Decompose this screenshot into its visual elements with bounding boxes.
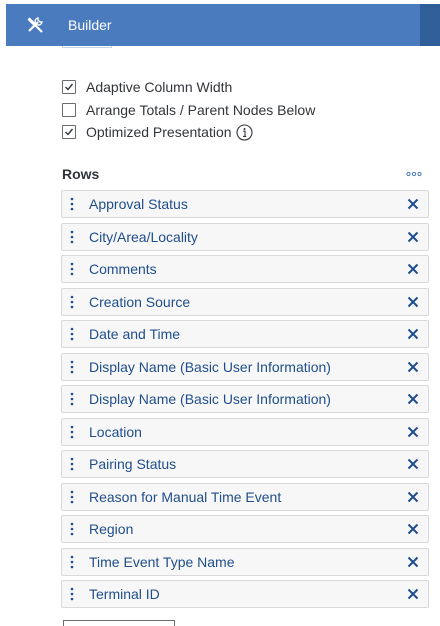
- drag-handle-icon[interactable]: [62, 450, 82, 478]
- row-label: Display Name (Basic User Information): [89, 391, 331, 407]
- row-item[interactable]: Region: [61, 515, 429, 543]
- row-item[interactable]: Creation Source: [61, 287, 429, 316]
- drag-handle-icon[interactable]: [62, 580, 82, 608]
- drag-handle-icon[interactable]: [62, 288, 82, 316]
- option-optimized-presentation[interactable]: Optimized Presentation: [62, 121, 315, 144]
- row-label: Location: [89, 423, 142, 440]
- row-item[interactable]: Approval Status: [61, 190, 429, 218]
- row-item[interactable]: Date and Time: [61, 320, 429, 348]
- row-item[interactable]: Display Name (Basic User Information): [61, 385, 429, 413]
- remove-icon[interactable]: [398, 515, 428, 543]
- drag-handle-icon[interactable]: [62, 190, 82, 218]
- option-adaptive-column-width[interactable]: Adaptive Column Width: [62, 76, 315, 99]
- row-item[interactable]: City/Area/Locality: [61, 222, 429, 251]
- drag-handle-icon[interactable]: [62, 255, 82, 283]
- remove-icon[interactable]: [398, 353, 428, 381]
- drag-handle-icon[interactable]: [62, 548, 82, 576]
- row-label: Region: [89, 521, 134, 537]
- row-item[interactable]: Reason for Manual Time Event: [61, 482, 429, 511]
- checkbox-checked[interactable]: [62, 125, 76, 140]
- remove-icon[interactable]: [398, 483, 428, 511]
- info-icon[interactable]: [235, 124, 253, 141]
- app-header: Builder: [0, 0, 440, 46]
- row-label: Time Event Type Name: [89, 553, 235, 570]
- row-item[interactable]: Location: [61, 417, 429, 446]
- checkbox-unchecked[interactable]: [62, 102, 76, 117]
- row-item[interactable]: Comments: [61, 255, 429, 283]
- remove-icon[interactable]: [398, 548, 428, 576]
- row-label: Creation Source: [89, 293, 191, 310]
- row-label: Pairing Status: [89, 456, 177, 472]
- option-label: Optimized Presentation: [86, 124, 232, 141]
- builder-panel: Adaptive Column Width Arrange Totals / P…: [6, 46, 440, 626]
- row-label: Comments: [89, 261, 157, 277]
- drag-handle-icon[interactable]: [62, 223, 82, 251]
- add-field-button[interactable]: [63, 620, 175, 626]
- rows-list: Approval Status City/Area/Locality Comme…: [61, 190, 429, 613]
- drag-handle-icon[interactable]: [62, 483, 82, 511]
- header-title: Builder: [68, 17, 112, 33]
- row-item[interactable]: Display Name (Basic User Information): [61, 352, 429, 381]
- options-group: Adaptive Column Width Arrange Totals / P…: [62, 76, 315, 144]
- option-label: Adaptive Column Width: [86, 79, 233, 96]
- row-label: Terminal ID: [89, 586, 160, 602]
- row-item[interactable]: Terminal ID: [61, 580, 429, 608]
- row-item[interactable]: Pairing Status: [61, 450, 429, 478]
- remove-icon[interactable]: [398, 418, 428, 446]
- header-edge: [420, 4, 440, 46]
- option-arrange-totals[interactable]: Arrange Totals / Parent Nodes Below: [62, 99, 315, 122]
- remove-icon[interactable]: [398, 190, 428, 218]
- row-item[interactable]: Time Event Type Name: [61, 547, 429, 576]
- drag-handle-icon[interactable]: [62, 418, 82, 446]
- header-bar: Builder: [6, 4, 420, 46]
- row-label: Reason for Manual Time Event: [89, 488, 282, 505]
- rows-title: Rows: [62, 166, 100, 182]
- option-label: Arrange Totals / Parent Nodes Below: [86, 101, 316, 118]
- remove-icon[interactable]: [398, 223, 428, 251]
- remove-icon[interactable]: [398, 450, 428, 478]
- drag-handle-icon[interactable]: [62, 385, 82, 413]
- checkbox-checked[interactable]: [62, 80, 76, 95]
- drag-handle-icon[interactable]: [62, 320, 82, 348]
- remove-icon[interactable]: [398, 255, 428, 283]
- remove-icon[interactable]: [398, 288, 428, 316]
- tools-icon[interactable]: [12, 4, 58, 46]
- row-label: Approval Status: [89, 196, 188, 212]
- more-options-icon[interactable]: [406, 168, 424, 180]
- drag-handle-icon[interactable]: [62, 353, 82, 381]
- drag-handle-icon[interactable]: [62, 515, 82, 543]
- row-label: City/Area/Locality: [89, 228, 198, 245]
- remove-icon[interactable]: [398, 320, 428, 348]
- row-label: Date and Time: [89, 326, 181, 342]
- remove-icon[interactable]: [398, 580, 428, 608]
- row-label: Display Name (Basic User Information): [89, 358, 331, 375]
- rows-header: Rows: [62, 164, 424, 184]
- tab-indicator: [62, 46, 112, 48]
- remove-icon[interactable]: [398, 385, 428, 413]
